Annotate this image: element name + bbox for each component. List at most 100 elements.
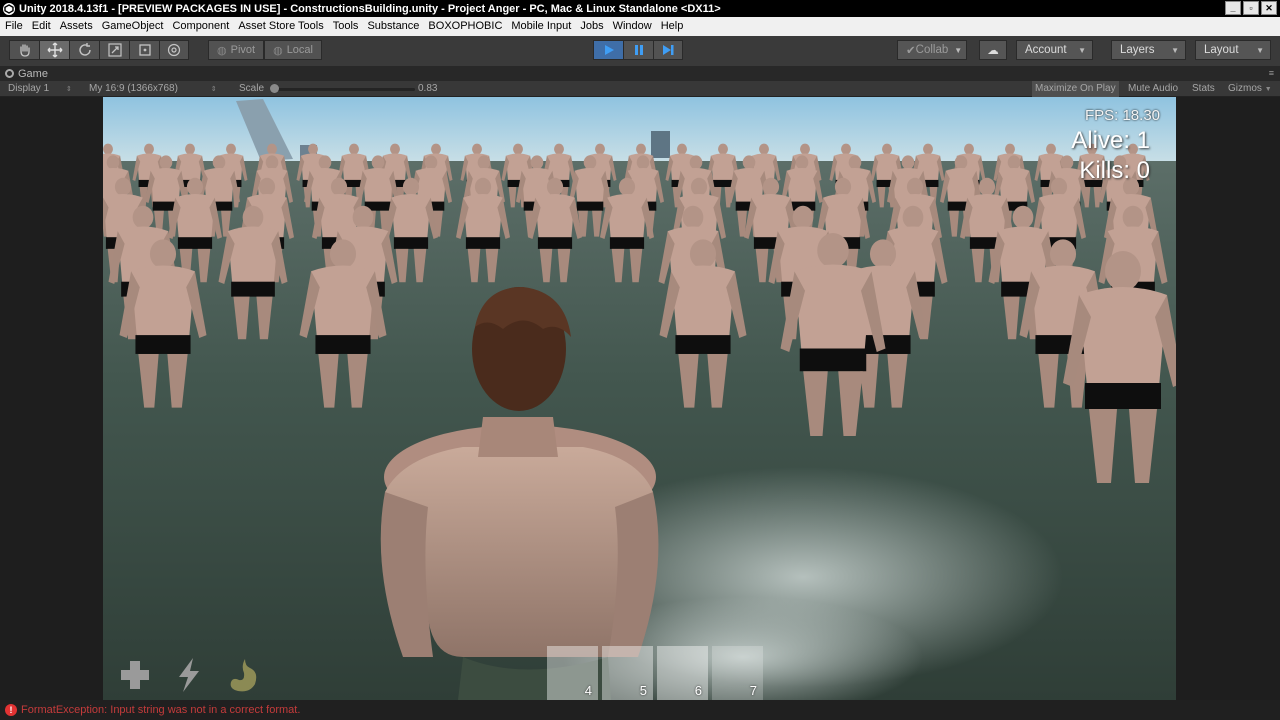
kills-counter: Kills: 0 [1079,157,1150,184]
layers-dropdown[interactable]: Layers ▼ [1111,40,1186,60]
chevron-down-icon: ▼ [1264,86,1272,93]
menu-help[interactable]: Help [657,17,689,36]
step-icon [663,45,674,55]
pause-button[interactable] [623,40,653,60]
local-button[interactable]: ◍ Local [264,40,322,60]
cloud-button[interactable]: ☁ [979,40,1007,60]
scale-value: 0.83 [418,83,438,94]
scale-slider-thumb[interactable] [270,84,279,93]
game-scene [103,97,1176,700]
chevron-down-icon: ▼ [1078,45,1086,55]
game-viewport[interactable]: FPS: 18.30 Alive: 1 Kills: 0 4 5 6 7 [103,97,1176,700]
step-button[interactable] [653,40,683,60]
window-title-bar: Unity 2018.4.13f1 - [PREVIEW PACKAGES IN… [0,0,1280,17]
gizmos-label: Gizmos [1228,83,1262,94]
rotate-tool-icon[interactable] [69,40,99,60]
display-dropdown[interactable]: Display 1 ⇕ [8,81,72,97]
chevron-down-icon: ▼ [1171,45,1179,55]
menu-bar: File Edit Assets GameObject Component As… [0,17,1280,36]
fps-counter: FPS: 18.30 [1084,107,1160,124]
console-status-bar[interactable]: ! FormatException: Input string was not … [0,700,1280,720]
tab-game-label: Game [18,67,48,80]
menu-boxophobic[interactable]: BOXOPHOBIC [424,17,507,36]
error-icon: ! [5,704,17,716]
pivot-button[interactable]: ◍ Pivot [208,40,265,60]
menu-tools[interactable]: Tools [329,17,364,36]
hotbar-slot-number: 4 [584,683,592,698]
close-icon[interactable]: ✕ [1261,1,1277,15]
main-toolbar: ◍ Pivot ◍ Local ✔ Collab ▼ ☁ Account ▼ L… [0,36,1280,66]
layout-dropdown[interactable]: Layout ▼ [1195,40,1271,60]
status-message: FormatException: Input string was not in… [21,704,301,716]
mute-audio-button[interactable]: Mute Audio [1128,81,1178,97]
layout-label: Layout [1204,44,1239,56]
updown-icon: ⇕ [65,86,72,93]
transform-tool-icon[interactable] [159,40,189,60]
menu-edit[interactable]: Edit [28,17,56,36]
menu-file[interactable]: File [1,17,28,36]
tab-menu-icon[interactable]: ≡ [1269,68,1274,78]
scale-label: Scale [239,83,265,94]
playback-controls [593,40,683,60]
local-label: Local [286,44,313,56]
layers-label: Layers [1120,44,1155,56]
menu-component[interactable]: Component [168,17,234,36]
game-view-toolbar: Display 1 ⇕ My 16:9 (1366x768) ⇕ Scale 0… [0,81,1280,97]
updown-icon: ⇕ [210,86,217,93]
account-label: Account [1025,44,1067,56]
maximize-on-play-button[interactable]: Maximize On Play [1032,81,1119,97]
scale-tool-icon[interactable] [99,40,129,60]
hotbar-slot-number: 5 [639,683,647,698]
play-button[interactable] [593,40,623,60]
hotbar-slot[interactable]: 5 [602,646,653,700]
chevron-down-icon: ▼ [954,45,963,55]
inventory-hotbar: 4 5 6 7 [547,646,763,700]
tab-game[interactable]: Game [5,66,48,81]
play-icon [604,45,614,55]
gizmos-dropdown[interactable]: Gizmos ▼ [1228,81,1272,97]
menu-gameobject[interactable]: GameObject [98,17,169,36]
hotbar-slot-number: 6 [694,683,702,698]
menu-substance[interactable]: Substance [363,17,424,36]
health-plus-icon [121,661,149,689]
hotbar-slot[interactable]: 4 [547,646,598,700]
stats-button[interactable]: Stats [1192,81,1215,97]
pause-icon [634,45,643,55]
hotbar-slot[interactable]: 6 [657,646,708,700]
window-title: Unity 2018.4.13f1 - [PREVIEW PACKAGES IN… [19,2,721,15]
menu-jobs[interactable]: Jobs [576,17,608,36]
menu-window[interactable]: Window [609,17,657,36]
menu-mobile-input[interactable]: Mobile Input [507,17,576,36]
distant-block-2 [651,131,670,158]
menu-asset-store-tools[interactable]: Asset Store Tools [234,17,328,36]
collab-check-icon: ✔ [906,45,916,57]
hotbar-slot[interactable]: 7 [712,646,763,700]
game-tab-icon [5,69,14,78]
account-dropdown[interactable]: Account ▼ [1016,40,1093,60]
hud-status-icons [115,656,263,694]
window-controls: _ ▫ ✕ [1225,1,1277,15]
hotbar-slot-number: 7 [749,683,757,698]
rect-tool-icon[interactable] [129,40,159,60]
pivot-label: Pivot [230,44,256,56]
resolution-dropdown[interactable]: My 16:9 (1366x768) ⇕ [89,81,217,97]
tab-strip: Game ≡ [0,66,1280,81]
menu-assets[interactable]: Assets [56,17,98,36]
unity-logo-icon [3,2,15,15]
transform-tools [9,40,189,60]
hunger-stomach-icon [230,659,257,692]
scale-slider-track[interactable] [275,88,415,91]
move-tool-icon[interactable] [39,40,69,60]
pivot-toggles: ◍ Pivot ◍ Local [208,40,322,60]
minimize-icon[interactable]: _ [1225,1,1241,15]
restore-icon[interactable]: ▫ [1243,1,1259,15]
cloud-icon: ☁ [987,45,999,57]
collab-dropdown[interactable]: ✔ Collab ▼ [897,40,967,60]
alive-counter: Alive: 1 [1071,127,1150,154]
energy-lightning-icon [179,658,199,692]
pivot-icon: ◍ [217,44,227,57]
resolution-label: My 16:9 (1366x768) [89,83,178,94]
local-icon: ◍ [273,44,283,57]
hand-tool-icon[interactable] [9,40,39,60]
display-label: Display 1 [8,83,50,94]
